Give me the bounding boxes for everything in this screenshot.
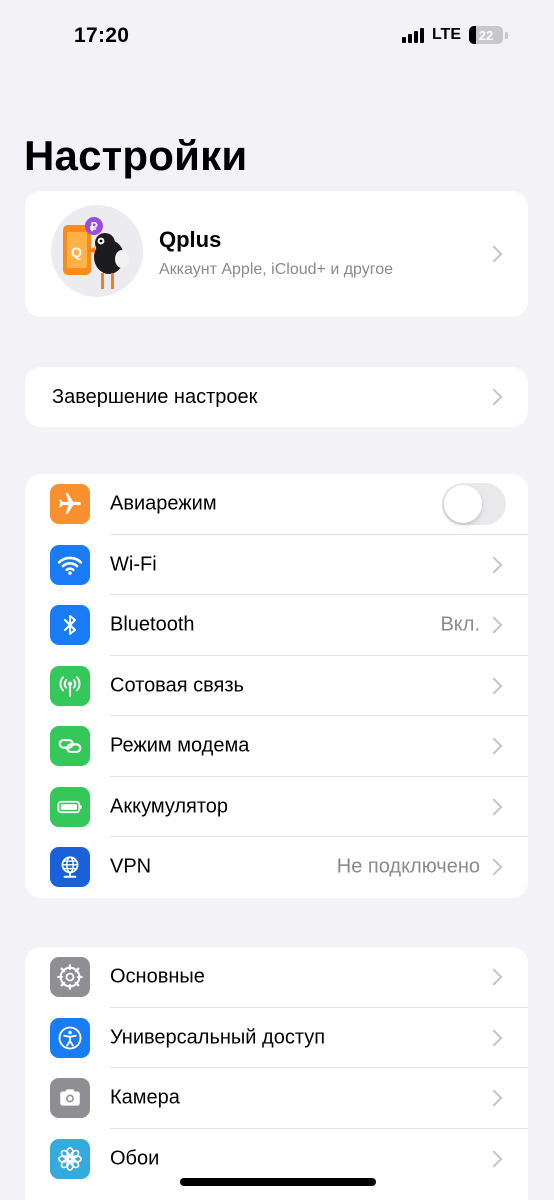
settings-row-label: Сотовая связь <box>110 674 244 697</box>
battery-icon <box>50 786 90 827</box>
vpn-status: Не подключено <box>336 855 480 878</box>
finish-setup-label: Завершение настроек <box>52 386 258 408</box>
battery-cap <box>505 31 508 39</box>
signal-icon <box>401 27 424 43</box>
page-title: Настройки <box>24 132 248 179</box>
bluetooth-status: Вкл. <box>440 613 480 636</box>
qplus-bird-avatar-icon: Q ₽ <box>51 205 143 297</box>
settings-row-label: Режим модема <box>110 734 250 757</box>
settings-row-general[interactable]: Основные <box>25 947 528 1008</box>
chain-link-icon <box>50 726 90 767</box>
battery-level: 22 <box>478 27 494 43</box>
settings-row-label: VPN <box>110 855 152 878</box>
home-indicator[interactable] <box>180 1178 376 1186</box>
status-time: 17:20 <box>74 24 130 47</box>
globe-icon <box>50 847 90 888</box>
network-type: LTE <box>431 26 461 43</box>
camera-icon <box>50 1078 90 1119</box>
chevron-right-icon <box>485 677 503 695</box>
chevron-right-icon <box>485 798 503 816</box>
battery-indicator: 22 <box>469 26 503 44</box>
accessibility-icon <box>50 1017 90 1058</box>
apple-account-row[interactable]: Q ₽ Qplus Аккаунт Apple, iCloud+ и друго… <box>25 191 528 317</box>
chevron-right-icon <box>485 858 503 876</box>
battery-fill <box>469 26 477 44</box>
settings-row-label: Wi-Fi <box>110 553 157 576</box>
wifi-icon <box>50 544 90 585</box>
settings-row-airplane-mode: Авиарежим <box>25 474 528 535</box>
settings-row-label: Универсальный доступ <box>110 1026 326 1049</box>
chevron-right-icon <box>485 1029 503 1047</box>
svg-text:₽: ₽ <box>90 220 98 234</box>
profile-name: Qplus <box>159 227 222 252</box>
svg-text:Q: Q <box>71 244 82 260</box>
profile-subtitle: Аккаунт Apple, iCloud+ и другое <box>159 261 394 278</box>
settings-row-camera[interactable]: Камера <box>25 1068 528 1129</box>
chevron-right-icon <box>485 1150 503 1168</box>
chevron-right-icon <box>485 245 503 263</box>
bluetooth-icon <box>50 605 90 646</box>
general-settings-group: Основные Универсальный доступ Камера Обо… <box>25 947 528 1200</box>
settings-row-label: Аккумулятор <box>110 795 229 818</box>
finish-setup-row[interactable]: Завершение настроек <box>25 367 528 427</box>
settings-row-accessibility[interactable]: Универсальный доступ <box>25 1008 528 1068</box>
status-bar: 17:20 LTE 22 <box>0 0 554 76</box>
chevron-right-icon <box>485 1089 503 1107</box>
settings-row-label: Обои <box>110 1147 160 1170</box>
settings-row-label: Bluetooth <box>110 613 195 636</box>
settings-row-bluetooth[interactable]: Bluetooth Вкл. <box>25 595 528 656</box>
settings-row-wifi[interactable]: Wi-Fi <box>25 535 528 595</box>
settings-row-label: Камера <box>110 1086 180 1109</box>
airplane-mode-toggle[interactable] <box>442 483 506 526</box>
chevron-right-icon <box>485 556 503 574</box>
chevron-right-icon <box>485 737 503 755</box>
toggle-knob <box>444 485 482 524</box>
chevron-right-icon <box>485 388 503 406</box>
gear-icon <box>50 957 90 998</box>
settings-row-battery[interactable]: Аккумулятор <box>25 777 528 837</box>
network-settings-group: Авиарежим Wi-Fi Bluetooth Вкл. Сотовая с… <box>25 474 528 898</box>
wallpaper-flower-icon <box>50 1138 90 1179</box>
airplane-icon <box>50 484 90 525</box>
antenna-icon <box>50 665 90 706</box>
status-indicators: LTE 22 <box>401 26 508 44</box>
settings-row-vpn[interactable]: VPN Не подключено <box>25 837 528 898</box>
settings-row-cellular[interactable]: Сотовая связь <box>25 656 528 716</box>
settings-row-label: Авиарежим <box>110 492 217 515</box>
settings-row-personal-hotspot[interactable]: Режим модема <box>25 716 528 777</box>
chevron-right-icon <box>485 968 503 986</box>
chevron-right-icon <box>485 616 503 634</box>
settings-row-label: Основные <box>110 965 205 988</box>
